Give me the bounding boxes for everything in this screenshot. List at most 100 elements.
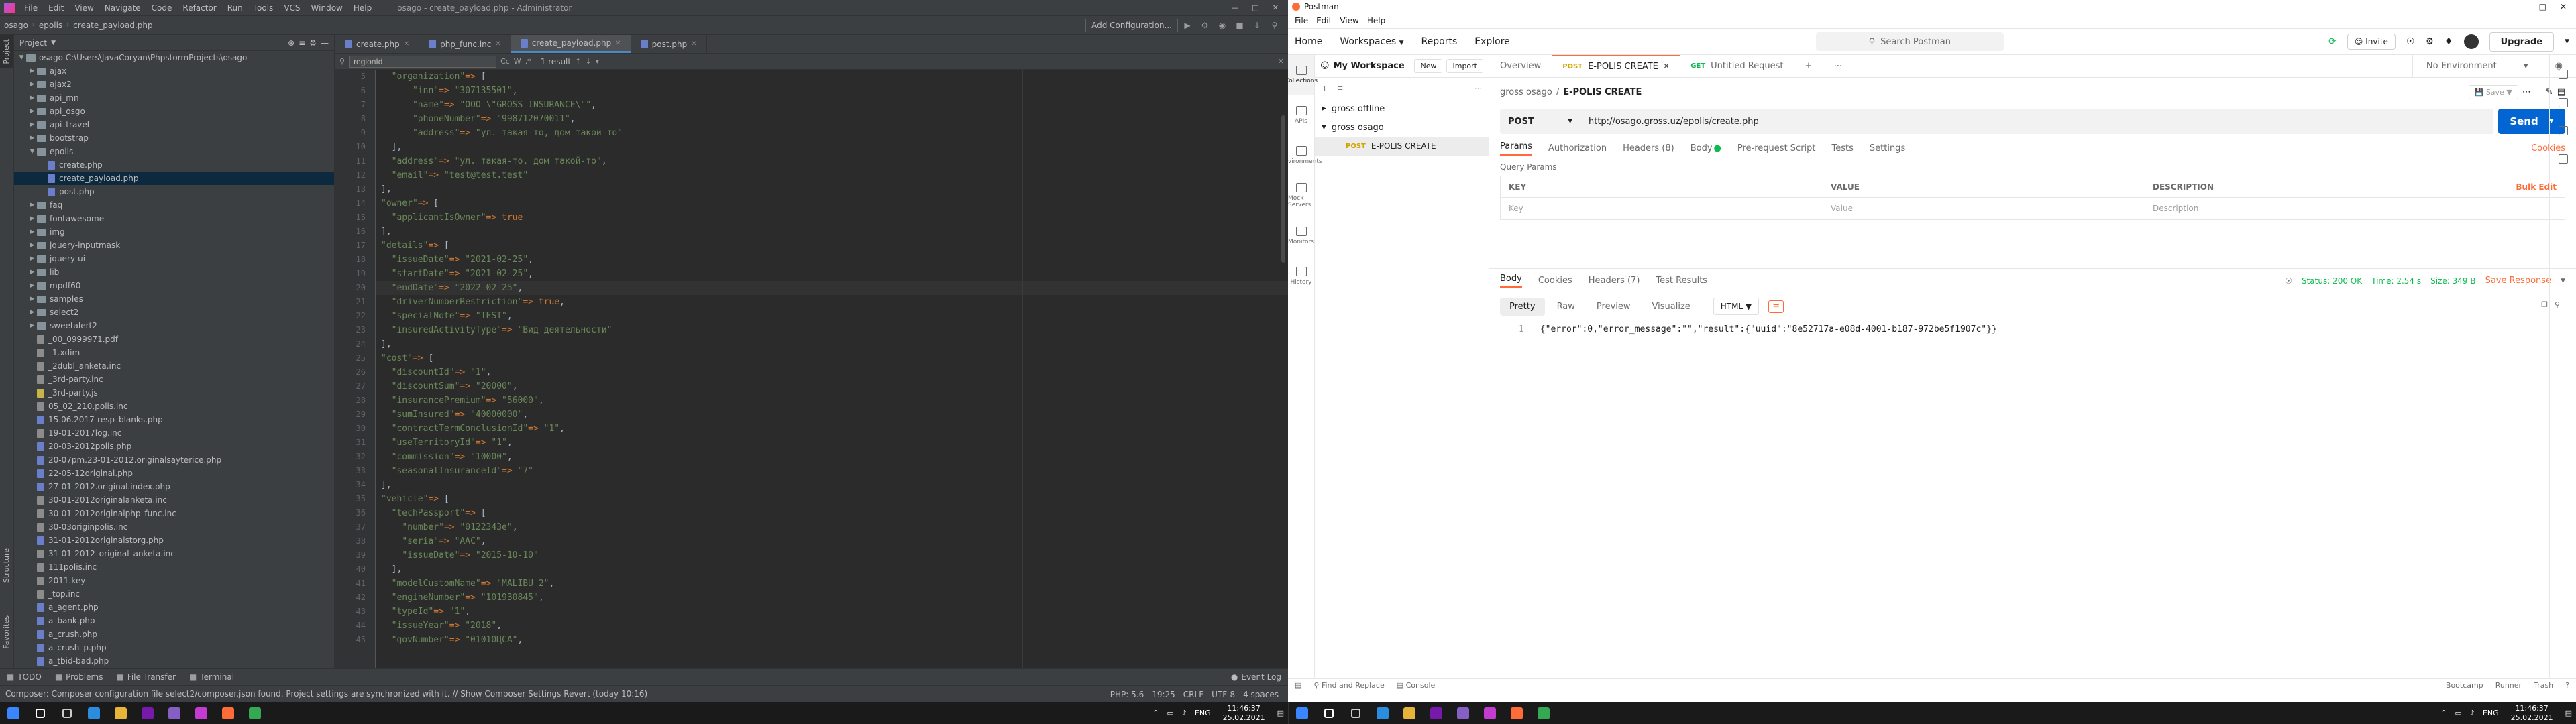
request-tab[interactable]: POST E-POLIS CREATE ✕: [1552, 55, 1680, 77]
upgrade-button[interactable]: Upgrade: [2489, 32, 2555, 52]
request-subtab[interactable]: Settings: [1870, 143, 1905, 154]
file-explorer-icon[interactable]: [1396, 702, 1423, 724]
request-subtab[interactable]: Tests: [1832, 143, 1854, 154]
tree-folder[interactable]: ▶ api_osgo: [14, 105, 334, 118]
menu-tools[interactable]: Tools: [248, 0, 279, 16]
tree-file[interactable]: 2011.key: [14, 574, 334, 587]
volume-icon[interactable]: ♪: [1178, 709, 1191, 717]
tree-file[interactable]: _3rd-party.inc: [14, 373, 334, 386]
console-link[interactable]: ▤ Console: [1397, 681, 1436, 690]
chrome-icon[interactable]: [241, 702, 268, 724]
tree-folder[interactable]: ▶ ajax2: [14, 78, 334, 91]
view-preview[interactable]: Preview: [1587, 298, 1640, 316]
avatar[interactable]: [2463, 34, 2479, 49]
regex-icon[interactable]: .*: [525, 57, 531, 66]
favorites-tool-tab[interactable]: Favorites: [0, 611, 13, 653]
tree-file[interactable]: 31-01-2012_original_anketa.inc: [14, 547, 334, 560]
tree-file[interactable]: 15.06.2017-resp_blanks.php: [14, 413, 334, 426]
close-find-icon[interactable]: ✕: [1278, 57, 1284, 66]
chevron-right-icon[interactable]: ▶: [28, 255, 37, 262]
tree-folder[interactable]: ▼ epolis: [14, 145, 334, 158]
notifications-icon[interactable]: ▤: [2561, 709, 2576, 717]
tree-file[interactable]: a_tbid-bad.php: [14, 654, 334, 668]
close-tab-icon[interactable]: ✕: [495, 40, 500, 48]
editor-tab[interactable]: post.php ✕: [631, 35, 707, 53]
menu-code[interactable]: Code: [146, 0, 178, 16]
save-button[interactable]: 💾 Save ▼: [2468, 84, 2518, 99]
response-tab[interactable]: Body: [1500, 274, 1522, 288]
sidebar-item-mock-servers[interactable]: Mock Servers: [1288, 176, 1314, 216]
network-icon[interactable]: ▭: [2451, 709, 2465, 717]
save-response-button[interactable]: Save Response: [2485, 276, 2551, 286]
nav-explore[interactable]: Explore: [1474, 36, 1510, 47]
search-input[interactable]: ⚲ Search Postman: [1815, 32, 2004, 51]
status-widget[interactable]: UTF-8: [1212, 690, 1235, 699]
close-tab-icon[interactable]: ✕: [1664, 63, 1669, 70]
menu-edit[interactable]: Edit: [43, 0, 69, 16]
breadcrumb-item[interactable]: osago: [0, 21, 32, 30]
docs-icon[interactable]: [2558, 70, 2568, 79]
maximize-icon[interactable]: □: [1252, 3, 1258, 12]
status-widget[interactable]: 4 spaces: [1243, 690, 1279, 699]
onenote-icon[interactable]: [134, 702, 161, 724]
sidebar-item-collections[interactable]: Collections: [1288, 55, 1318, 95]
chevron-down-icon[interactable]: ▼: [28, 148, 37, 155]
code-icon[interactable]: [2558, 126, 2568, 135]
status-widget[interactable]: PHP: 5.6: [1110, 690, 1144, 699]
language-indicator[interactable]: ENG: [1191, 709, 1215, 717]
language-indicator[interactable]: ENG: [2479, 709, 2503, 717]
chevron-right-icon[interactable]: ▶: [28, 81, 37, 88]
debug-icon[interactable]: ⚙: [1197, 18, 1213, 33]
menu-navigate[interactable]: Navigate: [99, 0, 146, 16]
tree-folder[interactable]: ▶ api_mn: [14, 91, 334, 105]
tree-file[interactable]: _3rd-party.js: [14, 386, 334, 400]
next-occurrence-icon[interactable]: ↓: [585, 57, 591, 66]
new-button[interactable]: New: [1414, 59, 1443, 73]
structure-tool-tab[interactable]: Structure: [0, 544, 13, 587]
breadcrumb-item[interactable]: create_payload.php: [69, 21, 156, 30]
close-icon[interactable]: ✕: [1273, 3, 1279, 12]
bell-icon[interactable]: ♦: [2445, 36, 2453, 47]
request-tab[interactable]: GET Untitled Request: [1680, 55, 1794, 77]
toolwindow-file-transfer[interactable]: ■ File Transfer: [109, 669, 182, 686]
nav-workspaces[interactable]: Workspaces ▼: [1340, 36, 1403, 47]
run-icon[interactable]: ▶: [1179, 18, 1195, 33]
phpstorm-icon[interactable]: [188, 702, 215, 724]
notifications-icon[interactable]: ▤: [1273, 709, 1288, 717]
tree-file[interactable]: 19-01-2017log.inc: [14, 426, 334, 440]
key-input[interactable]: Key: [1501, 204, 1823, 213]
menu-refactor[interactable]: Refactor: [177, 0, 221, 16]
windows-start-icon[interactable]: [0, 702, 27, 724]
project-tool-tab[interactable]: Project: [0, 35, 13, 68]
more-icon[interactable]: ⋯: [2522, 87, 2531, 97]
chevron-right-icon[interactable]: ▶: [28, 68, 37, 74]
tree-file[interactable]: a_crush_p.php: [14, 641, 334, 654]
request-parent[interactable]: gross osago: [1500, 87, 1552, 97]
sidebar-item-monitors[interactable]: Monitors: [1288, 216, 1314, 256]
menu-window[interactable]: Window: [306, 0, 348, 16]
sync-icon[interactable]: ⟳: [2328, 36, 2337, 47]
match-case-icon[interactable]: Cc: [500, 57, 510, 66]
tree-file[interactable]: 20-03-2012polis.php: [14, 440, 334, 453]
sidebar-toggle-icon[interactable]: ▤: [1295, 681, 1301, 690]
chevron-right-icon[interactable]: ▶: [28, 135, 37, 141]
view-raw[interactable]: Raw: [1548, 298, 1585, 316]
collapse-all-icon[interactable]: ≡: [299, 38, 305, 48]
menu-edit[interactable]: Edit: [1312, 16, 1336, 25]
status-message[interactable]: Composer: Composer configuration file se…: [0, 686, 647, 702]
response-body[interactable]: 1 {"error":0,"error_message":"","result"…: [1500, 324, 1997, 335]
tree-folder[interactable]: ▶ fontawesome: [14, 212, 334, 225]
tree-folder[interactable]: ▶ ajax: [14, 64, 334, 78]
response-tab[interactable]: Cookies: [1538, 276, 1572, 286]
menu-help[interactable]: Help: [1363, 16, 1389, 25]
view-visualize[interactable]: Visualize: [1643, 298, 1700, 316]
vertical-scrollbar[interactable]: [1281, 115, 1285, 263]
more-icon[interactable]: ⋯: [1474, 84, 1482, 93]
tree-folder[interactable]: ▶ select2: [14, 306, 334, 319]
task-view-icon[interactable]: [1342, 702, 1369, 724]
chevron-right-icon[interactable]: ▶: [28, 242, 37, 249]
menu-view[interactable]: View: [69, 0, 99, 16]
new-tab-icon[interactable]: +: [1794, 55, 1823, 77]
close-tab-icon[interactable]: ✕: [691, 40, 696, 48]
url-input[interactable]: http://osago.gross.uz/epolis/create.php: [1580, 109, 2493, 134]
